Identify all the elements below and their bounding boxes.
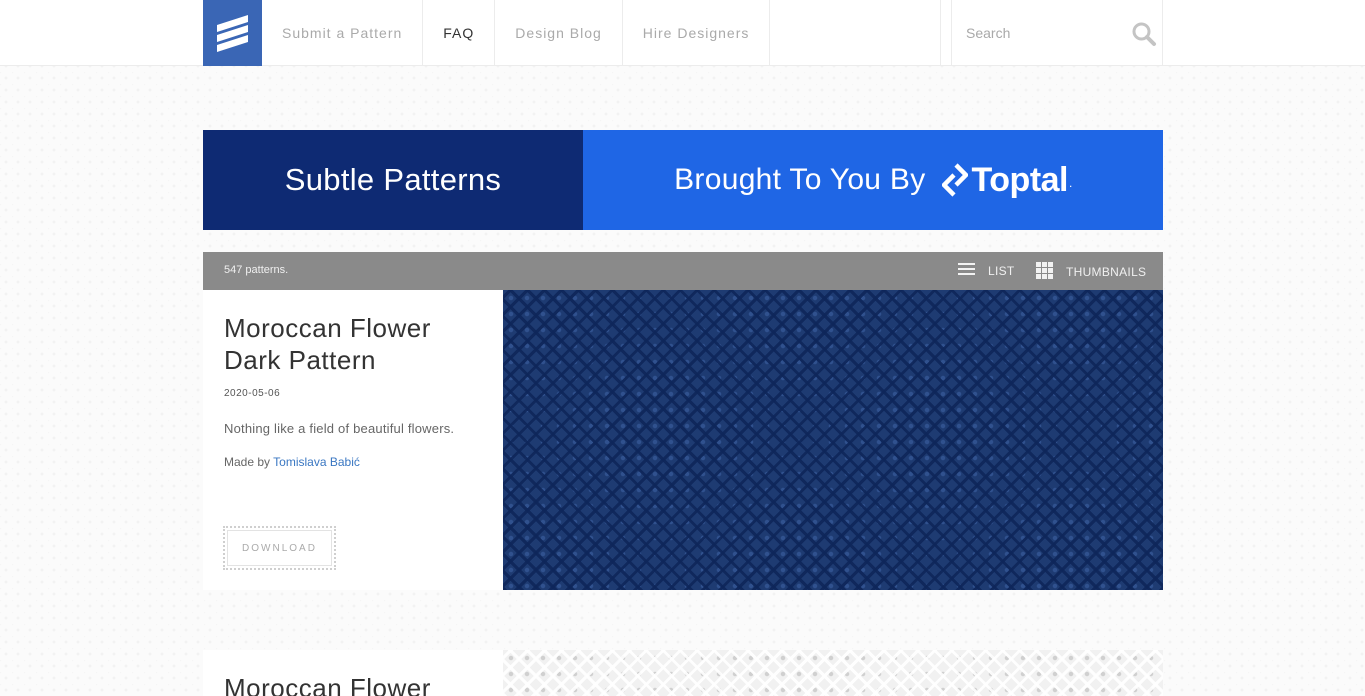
toptal-brand-name: Toptal [971,160,1069,199]
search-icon[interactable] [1131,21,1157,47]
listing-toolbar: 547 patterns. LIST THUMBNAILS [203,252,1163,290]
nav-submit-pattern[interactable]: Submit a Pattern [262,0,424,66]
pattern-description: Nothing like a field of beautiful flower… [224,421,455,436]
pattern-preview[interactable] [503,650,1163,696]
pattern-card-info: Moroccan Flower [203,650,503,696]
pattern-preview[interactable] [503,290,1163,590]
view-list-button[interactable]: LIST [958,262,1015,279]
nav-spacer [770,0,942,66]
grid-icon [1036,262,1053,282]
author-link[interactable]: Tomislava Babić [273,455,360,469]
nav-faq[interactable]: FAQ [423,0,496,66]
pattern-card-info: Moroccan Flower Dark Pattern 2020-05-06 … [203,290,503,590]
toptal-brand-suffix: . [1069,175,1072,190]
pattern-date: 2020-05-06 [224,388,281,399]
pattern-author-line: Made by Tomislava Babić [224,455,360,469]
view-thumbnails-button[interactable]: THUMBNAILS [1036,262,1146,282]
made-by-prefix: Made by [224,455,274,469]
banner-sponsor: Brought To You By Toptal. [583,130,1163,230]
main-nav: Submit a Pattern FAQ Design Blog Hire De… [262,0,942,66]
site-logo[interactable] [203,0,262,66]
stripes-logo-icon [217,15,248,52]
sponsor-banner[interactable]: Subtle Patterns Brought To You By Toptal… [203,130,1163,230]
pattern-count: 547 patterns. [224,264,289,276]
list-icon [958,262,975,279]
banner-sponsor-text: Brought To You By [674,163,926,196]
nav-hire-designers[interactable]: Hire Designers [623,0,771,66]
toptal-brand: Toptal. [941,160,1072,200]
view-thumbnails-label: THUMBNAILS [1066,265,1147,279]
view-list-label: LIST [988,263,1015,278]
toptal-logo-icon [941,163,968,197]
pattern-title[interactable]: Moroccan Flower [224,672,431,696]
pattern-title[interactable]: Moroccan Flower Dark Pattern [224,312,494,376]
nav-design-blog[interactable]: Design Blog [495,0,623,66]
banner-title: Subtle Patterns [203,130,583,230]
search-box [951,0,1163,66]
search-input[interactable] [966,22,1116,44]
download-button[interactable]: DOWNLOAD [223,526,336,570]
top-navigation-bar: Submit a Pattern FAQ Design Blog Hire De… [0,0,1365,66]
